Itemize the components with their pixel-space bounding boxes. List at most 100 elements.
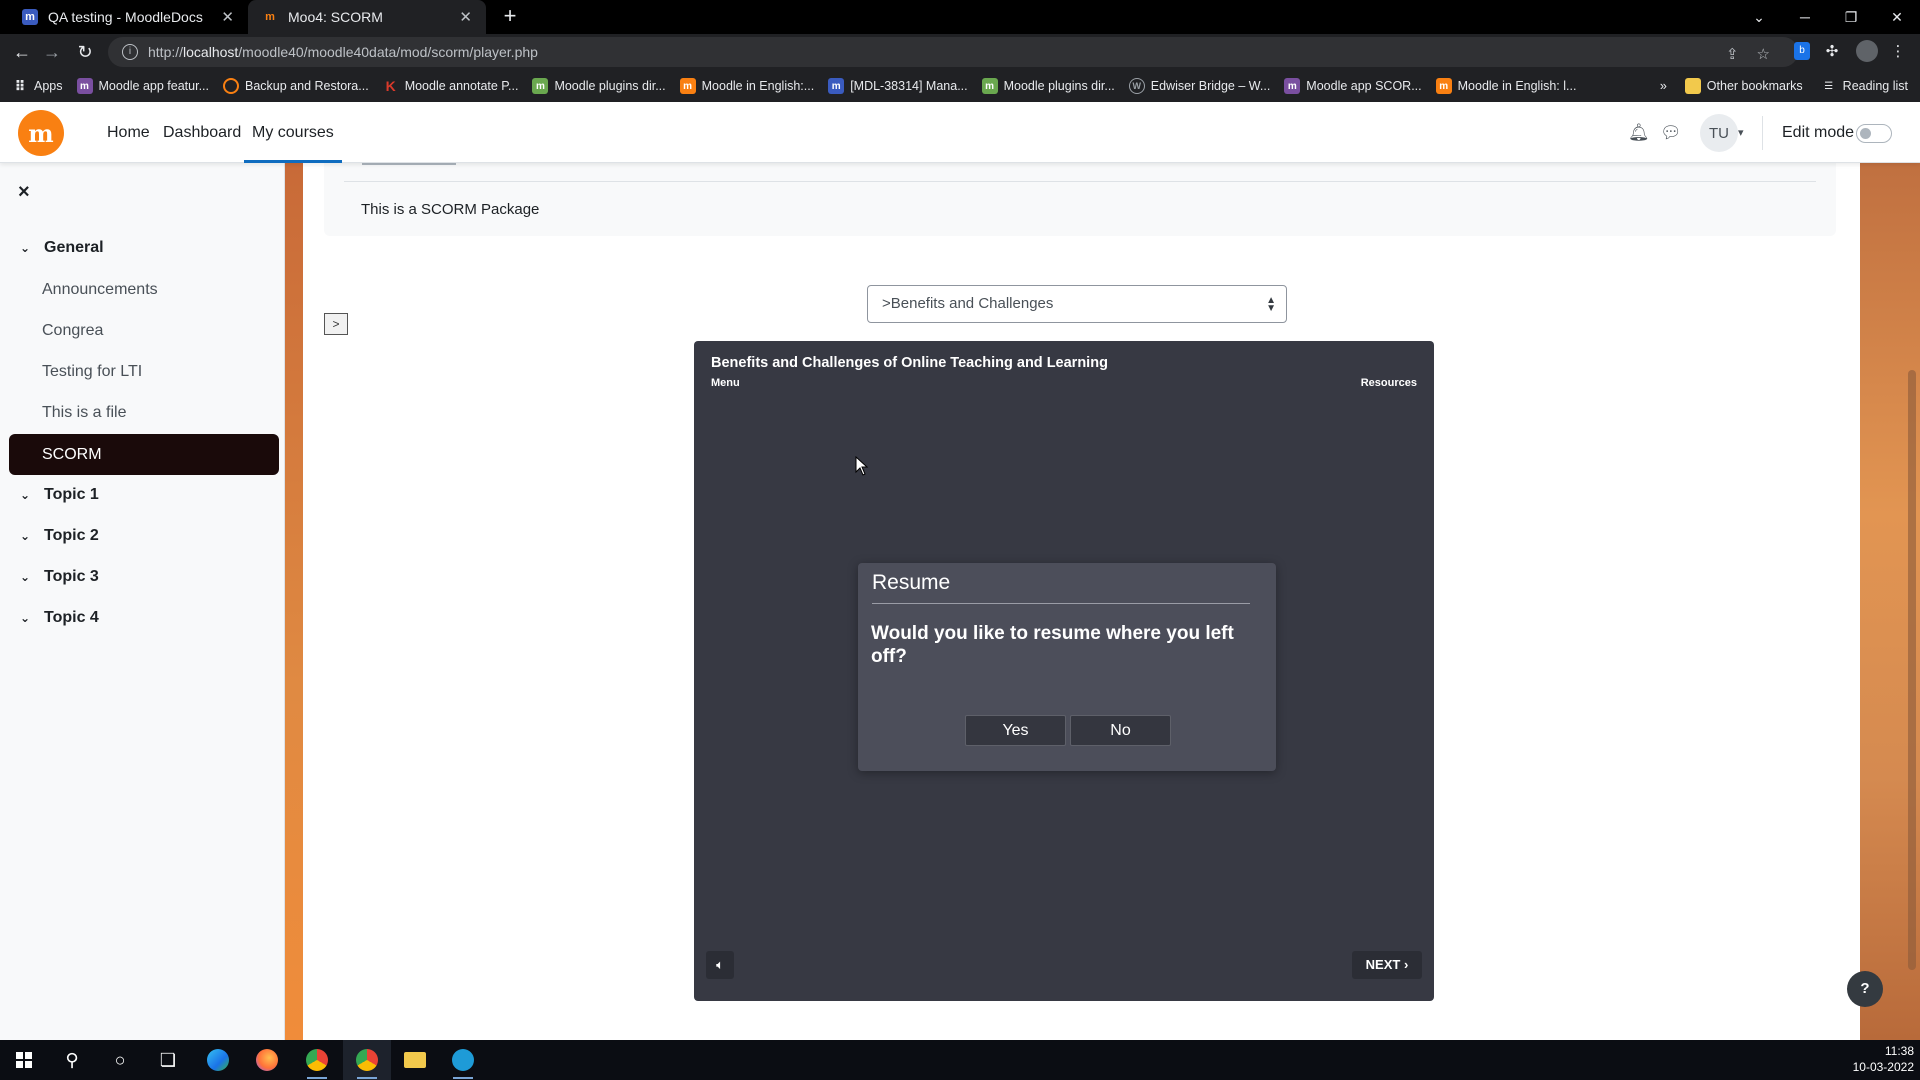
url-text: http://localhost/moodle40/moodle40data/m…	[148, 44, 538, 60]
bookmark-item[interactable]: m Moodle plugins dir...	[532, 78, 666, 94]
new-tab-button[interactable]: +	[498, 5, 522, 29]
section-topic-2[interactable]: ⌄ Topic 2	[20, 527, 99, 545]
section-general[interactable]: ⌄ General	[20, 239, 104, 257]
toc-toggle-button[interactable]: >	[324, 313, 348, 335]
moodle-logo-icon[interactable]: m	[18, 110, 64, 156]
moodle-favicon-icon: m	[265, 11, 275, 23]
bookmark-label: Moodle in English:...	[701, 79, 815, 93]
clock-time: 11:38	[1884, 1044, 1914, 1058]
tab-search-icon[interactable]: ⌄	[1736, 0, 1782, 34]
dialog-title: Resume	[872, 571, 951, 594]
close-tab-icon[interactable]: ✕	[459, 8, 472, 26]
firefox-icon[interactable]	[243, 1040, 291, 1080]
bookmark-label: Moodle app featur...	[98, 79, 210, 93]
profile-avatar-icon[interactable]	[1856, 40, 1878, 62]
chrome-profile-icon[interactable]	[343, 1040, 391, 1080]
close-drawer-icon[interactable]: ×	[18, 181, 30, 204]
bookmark-item[interactable]: m [MDL-38314] Mana...	[828, 78, 968, 94]
section-topic-4[interactable]: ⌄ Topic 4	[20, 609, 99, 627]
moodle-navbar: m Home Dashboard My courses 🔔︎ 💬︎ TU ▾ E…	[0, 102, 1920, 163]
resume-no-button[interactable]: No	[1070, 715, 1171, 746]
back-arrow-icon[interactable]: ←	[10, 40, 34, 64]
browser-toolbar: ← → ↻ i http://localhost/moodle40/moodle…	[0, 34, 1920, 70]
close-tab-icon[interactable]: ✕	[221, 8, 234, 26]
volume-speaker-icon[interactable]: 🔈︎	[706, 951, 734, 979]
next-button[interactable]: NEXT ›	[1352, 951, 1422, 979]
reload-icon[interactable]: ↻	[73, 40, 97, 64]
messages-chat-icon[interactable]: 💬︎	[1660, 102, 1682, 163]
nav-dashboard[interactable]: Dashboard	[163, 102, 241, 163]
chevron-down-icon[interactable]: ⌄	[20, 241, 32, 255]
navbar-divider	[1762, 116, 1763, 150]
cortana-circle-icon[interactable]: ○	[96, 1040, 144, 1080]
select-arrows-icon: ▲ ▼	[1266, 295, 1276, 314]
edge-browser-icon[interactable]	[194, 1040, 242, 1080]
address-bar[interactable]: i http://localhost/moodle40/moodle40data…	[108, 37, 1798, 67]
extension-icon[interactable]: b	[1794, 42, 1810, 60]
reading-list-button[interactable]: ☰ Reading list	[1821, 78, 1908, 94]
player-menu-button[interactable]: Menu	[711, 377, 740, 389]
bookmark-item[interactable]: m Moodle in English: l...	[1435, 78, 1576, 94]
course-item-this-is-a-file[interactable]: This is a file	[42, 404, 126, 422]
section-topic-3[interactable]: ⌄ Topic 3	[20, 568, 99, 586]
bookmark-label: [MDL-38314] Mana...	[850, 79, 968, 93]
course-item-testing-for-lti[interactable]: Testing for LTI	[42, 363, 142, 381]
file-explorer-folder-icon[interactable]	[391, 1040, 439, 1080]
tab-underline	[362, 163, 456, 165]
bookmark-item[interactable]: Backup and Restora...	[223, 78, 369, 94]
browser-tab-scorm[interactable]: m Moo4: SCORM ✕	[248, 0, 486, 34]
app-icon[interactable]	[439, 1040, 487, 1080]
extensions-puzzle-icon[interactable]: ✣	[1822, 42, 1842, 62]
other-bookmarks-button[interactable]: Other bookmarks	[1684, 78, 1803, 94]
bookmark-item[interactable]: K Moodle annotate P...	[383, 78, 519, 94]
browser-tab-qa-testing[interactable]: m QA testing - MoodleDocs ✕	[8, 0, 248, 34]
bookmark-item[interactable]: m Moodle app SCOR...	[1284, 78, 1422, 94]
bookmark-item[interactable]: m Moodle app featur...	[76, 78, 210, 94]
bookmark-label: Edwiser Bridge – W...	[1150, 79, 1271, 93]
bookmark-item[interactable]: m Moodle plugins dir...	[981, 78, 1115, 94]
chrome-icon[interactable]	[293, 1040, 341, 1080]
bookmark-star-icon[interactable]: ☆	[1757, 45, 1770, 63]
section-topic-1[interactable]: ⌄ Topic 1	[20, 486, 99, 504]
k-icon: K	[385, 78, 396, 94]
close-window-button[interactable]: ✕	[1874, 0, 1920, 34]
user-avatar[interactable]: TU	[1700, 114, 1738, 152]
scorm-toc-select[interactable]: >Benefits and Challenges ▲ ▼	[867, 285, 1287, 323]
chevron-down-icon[interactable]: ⌄	[20, 529, 32, 543]
windows-start-icon[interactable]	[0, 1040, 48, 1080]
other-bookmarks-label: Other bookmarks	[1706, 79, 1803, 93]
minimize-button[interactable]: ─	[1782, 0, 1828, 34]
resume-yes-button[interactable]: Yes	[965, 715, 1066, 746]
user-menu-chevron-down-icon[interactable]: ▾	[1738, 102, 1744, 163]
system-clock[interactable]: 11:38 10-03-2022	[1853, 1043, 1914, 1075]
forward-arrow-icon[interactable]: →	[40, 40, 64, 64]
search-icon[interactable]: ⚲	[48, 1040, 96, 1080]
bookmark-apps[interactable]: ⠿ Apps	[12, 78, 63, 94]
bookmark-item[interactable]: m Moodle in English:...	[679, 78, 815, 94]
bookmark-item[interactable]: W Edwiser Bridge – W...	[1128, 78, 1271, 94]
chevron-down-icon[interactable]: ⌄	[20, 488, 32, 502]
dialog-divider	[872, 603, 1250, 604]
restore-button[interactable]: ❐	[1828, 0, 1874, 34]
page-scrollbar[interactable]	[1908, 370, 1916, 970]
chevron-down-icon[interactable]: ⌄	[20, 611, 32, 625]
task-view-icon[interactable]: ❏	[144, 1040, 192, 1080]
help-button[interactable]: ?	[1847, 971, 1883, 1007]
notifications-bell-icon[interactable]: 🔔︎	[1628, 102, 1650, 163]
site-info-icon[interactable]: i	[122, 44, 138, 60]
nav-home[interactable]: Home	[107, 102, 150, 163]
share-icon[interactable]: ⇪	[1726, 45, 1739, 63]
nav-my-courses[interactable]: My courses	[244, 102, 342, 163]
edit-mode-toggle[interactable]	[1856, 124, 1892, 143]
player-resources-button[interactable]: Resources	[1361, 377, 1417, 389]
course-item-announcements[interactable]: Announcements	[42, 281, 158, 299]
course-item-scorm[interactable]: SCORM	[9, 434, 279, 475]
bookmark-label: Moodle plugins dir...	[554, 79, 666, 93]
moodle-green-icon: m	[981, 78, 998, 94]
course-item-congrea[interactable]: Congrea	[42, 322, 103, 340]
course-index-drawer: × ⌄ General Announcements Congrea Testing…	[0, 163, 285, 1040]
browser-menu-icon[interactable]: ⋮	[1888, 42, 1908, 62]
mouse-cursor-icon	[855, 456, 869, 476]
chevron-down-icon[interactable]: ⌄	[20, 570, 32, 584]
more-bookmarks-button[interactable]: »	[1660, 79, 1667, 93]
